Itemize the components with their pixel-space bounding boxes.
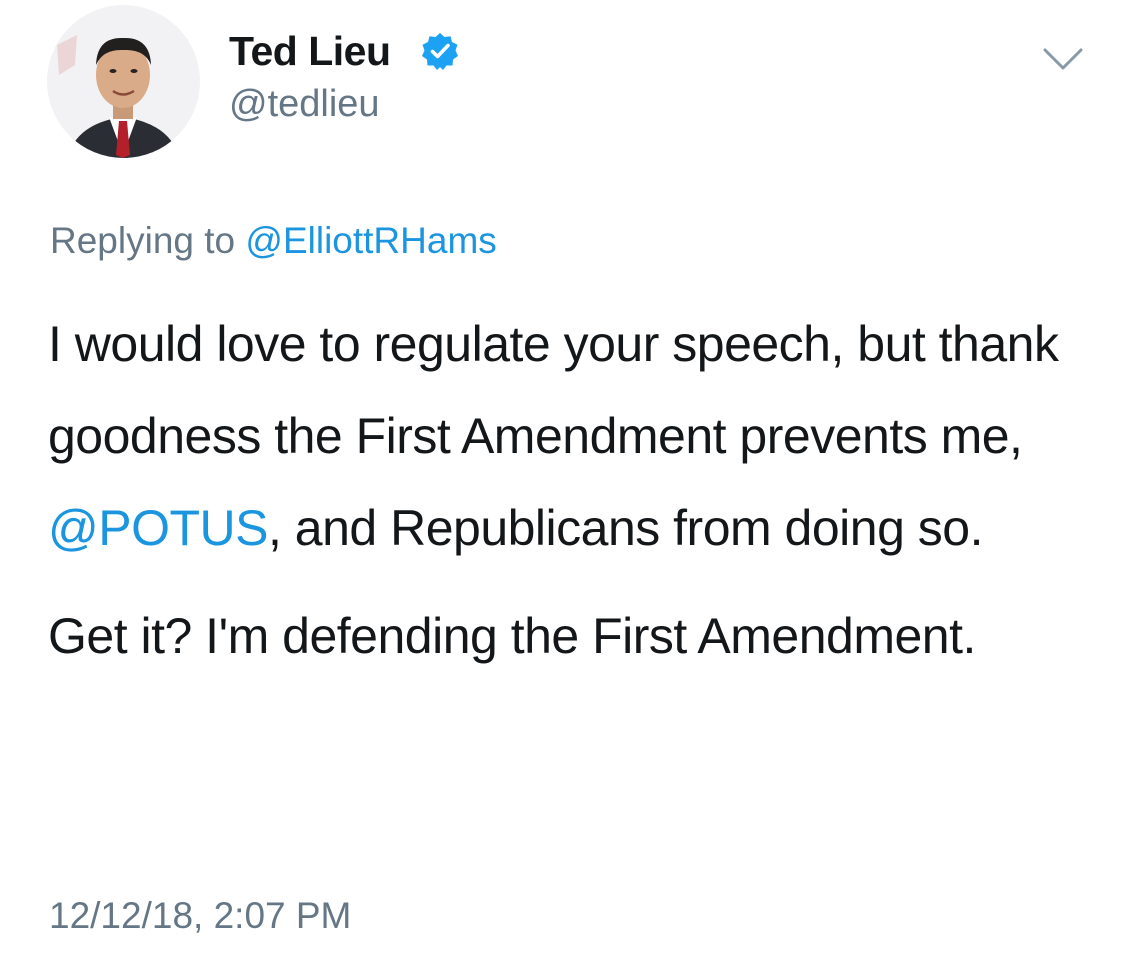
chevron-down-icon[interactable] xyxy=(1042,42,1084,76)
avatar-photo xyxy=(47,5,200,158)
tweet-text-segment: , and Republicans from doing so. xyxy=(268,500,983,556)
tweet-timestamp[interactable]: 12/12/18, 2:07 PM xyxy=(49,895,351,937)
reply-prefix: Replying to xyxy=(50,220,236,261)
tweet-text-segment: I would love to regulate your speech, bu… xyxy=(48,316,1059,464)
reply-context: Replying to @ElliottRHams xyxy=(50,220,497,262)
tweet-paragraph: I would love to regulate your speech, bu… xyxy=(48,298,1098,574)
author-display-name[interactable]: Ted Lieu xyxy=(229,28,391,75)
reply-mention-link[interactable]: @ElliottRHams xyxy=(245,220,496,261)
tweet-paragraph: Get it? I'm defending the First Amendmen… xyxy=(48,608,976,664)
verified-badge-icon xyxy=(422,33,458,70)
potus-mention-link[interactable]: @POTUS xyxy=(48,500,269,556)
author-handle[interactable]: @tedlieu xyxy=(229,83,380,126)
avatar[interactable] xyxy=(47,5,200,158)
tweet-text: I would love to regulate your speech, bu… xyxy=(48,298,1098,682)
